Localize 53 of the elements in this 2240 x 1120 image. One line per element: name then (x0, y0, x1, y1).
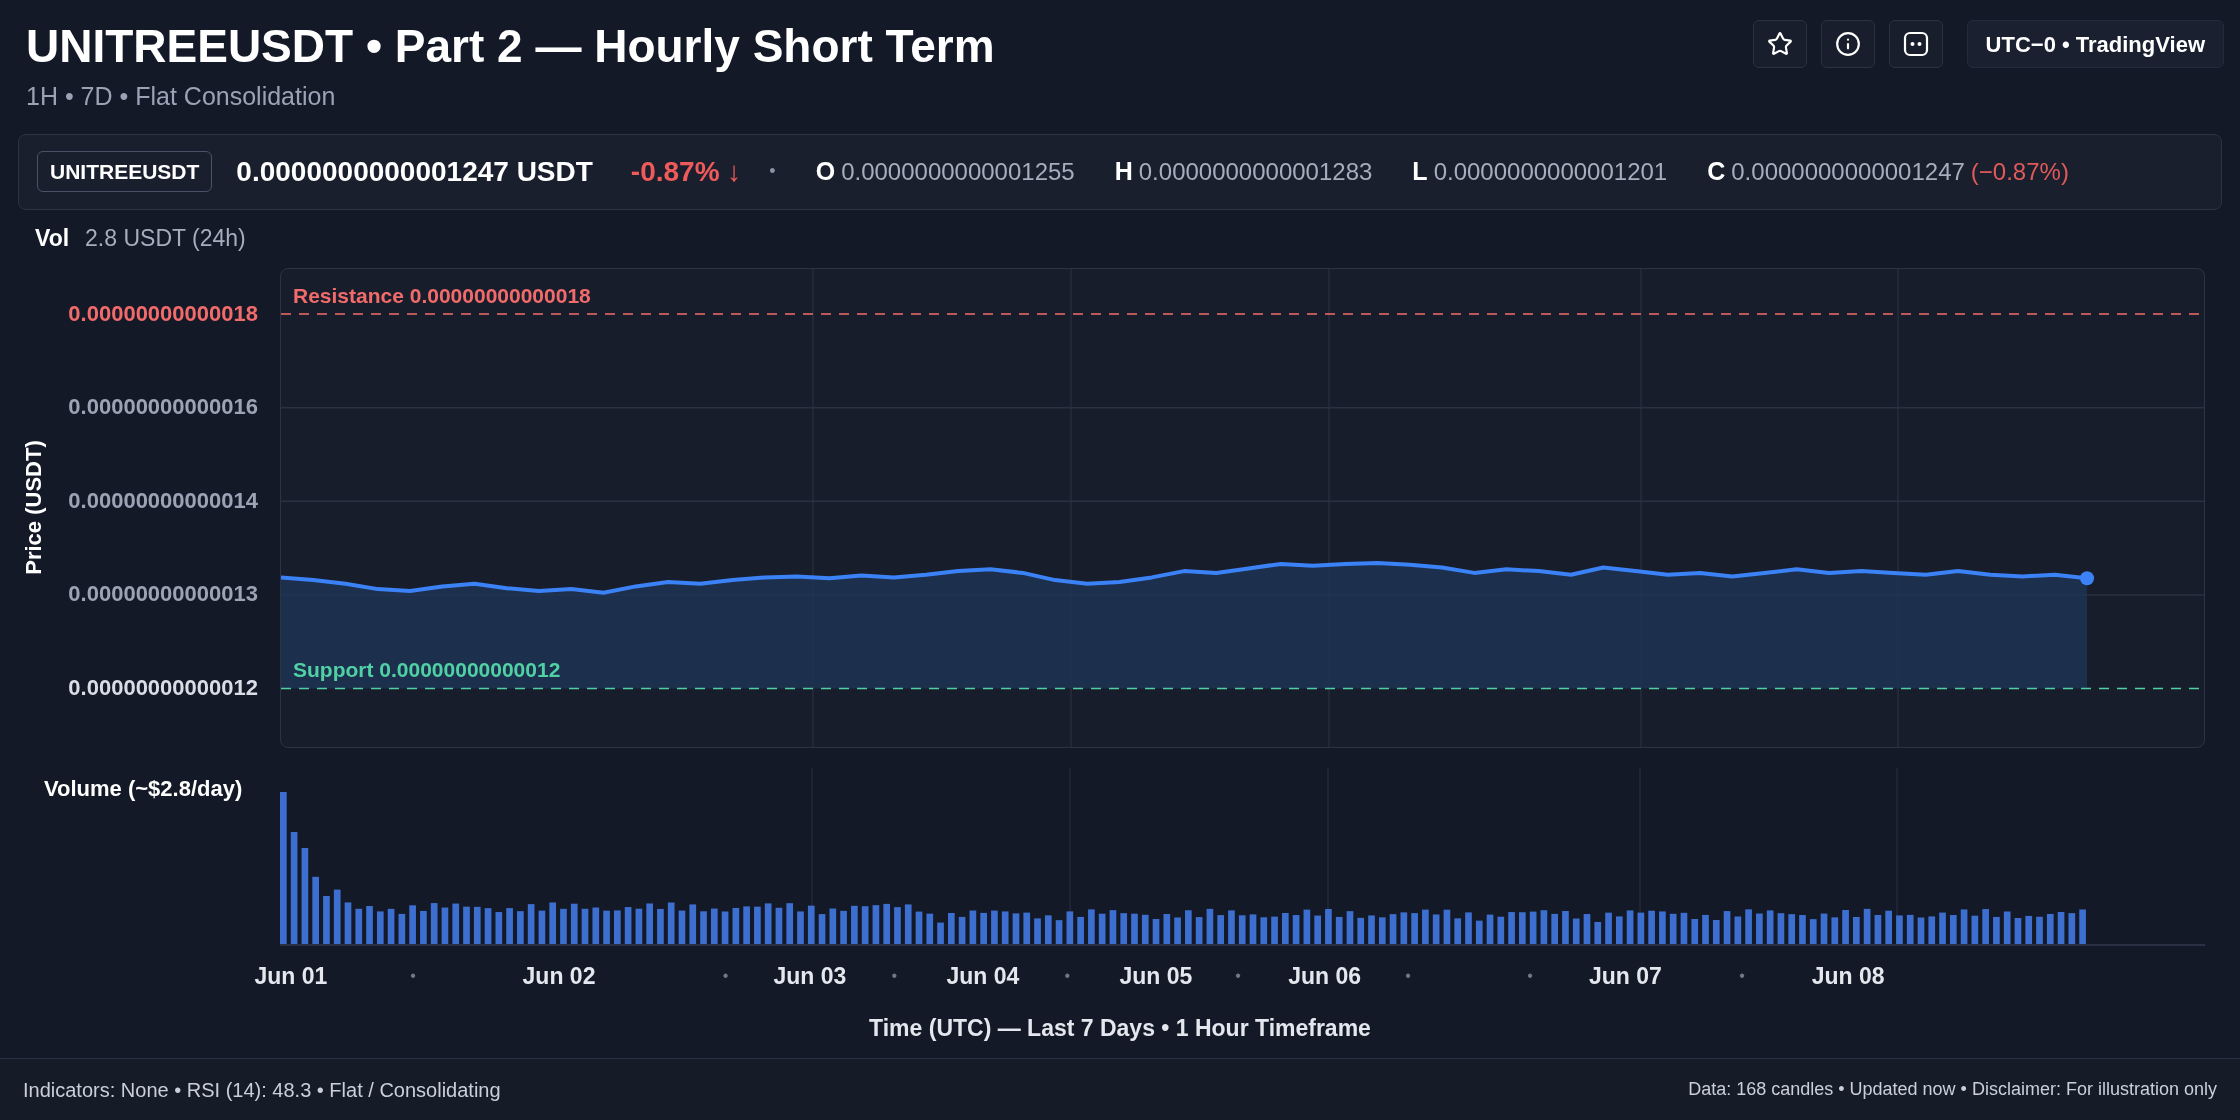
separator-dot: • (769, 160, 776, 183)
status-right: Data: 168 candles • Updated now • Disclaimer: For illustration only (1688, 1078, 2217, 1101)
y-axis-label: 0.00000000000013 (68, 579, 258, 608)
status-left: Indicators: None • RSI (14): 48.3 • Flat / Consolidating (23, 1077, 501, 1103)
ohlc-value: 0.0000000000001255 (841, 156, 1075, 187)
ohlc-label: C (1707, 155, 1726, 187)
ohlc-value: 0.0000000000001283 (1138, 156, 1373, 187)
favorite-button[interactable] (1752, 20, 1807, 68)
last-price: 0.0000000000001247 USDT (236, 154, 593, 189)
volume-label: Vol (35, 224, 70, 254)
info-icon (1834, 31, 1861, 57)
x-axis-label: Jun 07 (1588, 961, 1662, 990)
axis-dot: • (722, 965, 729, 986)
x-axis-label: Jun 03 (773, 961, 847, 990)
x-axis-label: Jun 05 (1119, 961, 1193, 990)
axis-dot: • (1064, 965, 1071, 986)
axis-dot: • (1235, 965, 1241, 986)
y-axis-label: 0.00000000000014 (68, 486, 258, 515)
ohlc-change: (−0.87%) (1970, 156, 2069, 187)
x-axis-label: Jun 01 (254, 961, 328, 990)
ohlc-value: 0.0000000000001247 (1731, 156, 1965, 187)
x-axis-label: Jun 06 (1288, 961, 1362, 990)
screen-icon (1902, 31, 1929, 57)
axis-dot: • (410, 965, 416, 986)
ohlc-label: L (1412, 155, 1428, 187)
axis-dot: • (1739, 965, 1745, 986)
display-button[interactable] (1888, 20, 1943, 68)
y-axis-label: 0.00000000000018 (68, 299, 258, 328)
timezone-button[interactable]: UTC−0 • TradingView (1966, 20, 2224, 68)
ohlc-value: 0.0000000000001201 (1433, 156, 1668, 187)
x-axis-label: Jun 04 (946, 961, 1020, 990)
ohlc-label: H (1114, 155, 1133, 187)
star-icon (1766, 31, 1793, 57)
last-price-dot (2080, 570, 2095, 585)
y-axis-label: 0.00000000000012 (68, 673, 258, 702)
symbol-badge: UNITREEUSDT (37, 150, 213, 193)
axis-dot: • (1405, 965, 1411, 986)
ohlc-label: O (815, 155, 836, 187)
y-axis-label: 0.00000000000016 (68, 392, 258, 421)
volume-panel-title: Volume (~$2.8/day) (44, 775, 243, 801)
volume-value: 2.8 USDT (24h) (85, 224, 246, 254)
y-axis-title: Price (USDT) (19, 440, 47, 575)
price-change: -0.87% ↓ (630, 154, 742, 189)
info-button[interactable] (1820, 20, 1875, 68)
x-axis-label: Jun 08 (1811, 961, 1885, 990)
resistance-label: Resistance 0.00000000000018 (293, 282, 591, 309)
axis-dot: • (891, 965, 898, 986)
x-axis-title: Time (UTC) — Last 7 Days • 1 Hour Timeframe (869, 1014, 1371, 1044)
axis-dot: • (1527, 965, 1533, 986)
page-title: UNITREEUSDT • Part 2 — Hourly Short Term (26, 19, 995, 74)
page-subtitle: 1H • 7D • Flat Consolidation (26, 81, 337, 112)
support-label: Support 0.00000000000012 (293, 657, 561, 683)
x-axis-label: Jun 02 (522, 961, 596, 990)
